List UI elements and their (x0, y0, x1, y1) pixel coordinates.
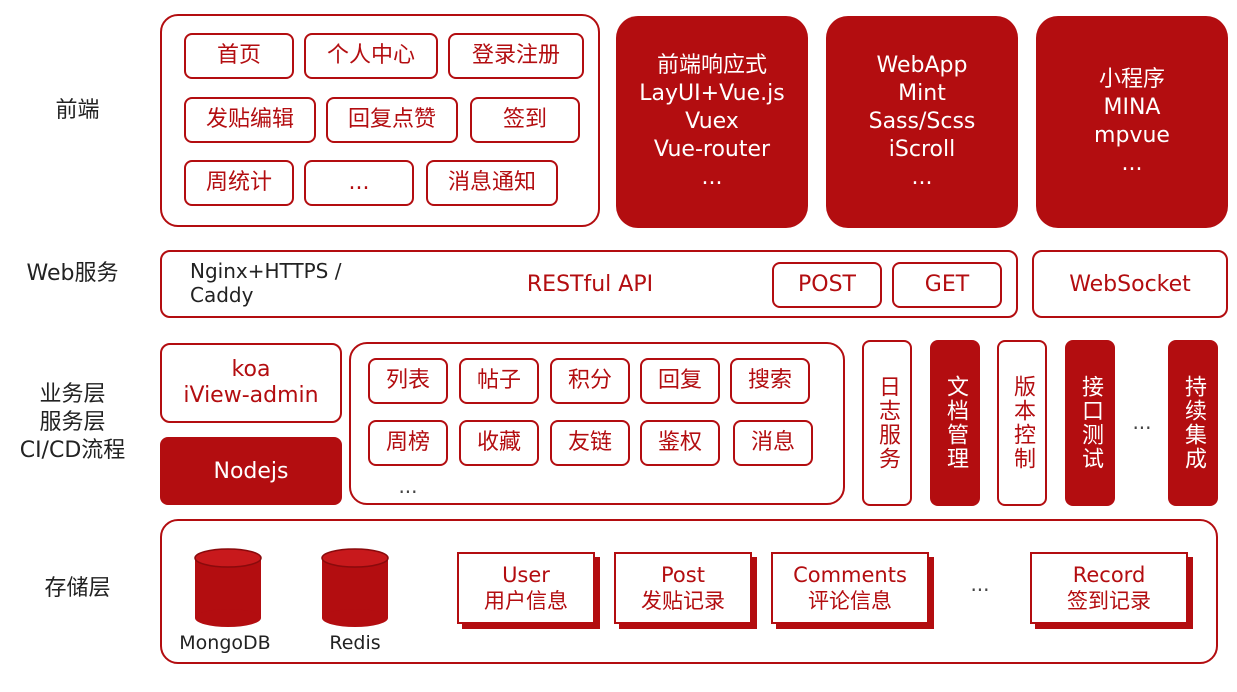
ci-api-test: 接口测试 (1065, 340, 1115, 506)
module-reply: 回复 (640, 358, 720, 404)
mongodb-label: MongoDB (179, 632, 271, 654)
stack-webapp-line-3: Sass/Scss (868, 109, 976, 134)
module-message: 消息 (733, 420, 813, 466)
modules-more: ... (398, 474, 418, 498)
koa-line-1: koa (231, 357, 271, 382)
ci-docs: 文档管理 (930, 340, 980, 506)
stack-mini-line-2: MINA (1103, 95, 1161, 120)
storage-more: ... (970, 572, 990, 596)
page-checkin: 签到 (470, 97, 580, 143)
table-record: Record 签到记录 (1030, 552, 1188, 624)
ci-continuous-integration: 持续集成 (1168, 340, 1218, 506)
ci-logging: 日志服务 (862, 340, 912, 506)
mongodb-icon (194, 548, 262, 627)
table-record-zh: 签到记录 (1067, 589, 1151, 613)
stack-webapp-line-5: ... (911, 165, 933, 190)
nodejs-box: Nodejs (160, 437, 342, 505)
stack-webapp-line-2: Mint (898, 81, 946, 106)
page-profile: 个人中心 (304, 33, 438, 79)
module-weekly: 周榜 (368, 420, 448, 466)
stack-mini-line-3: mpvue (1094, 123, 1170, 148)
table-user-en: User (502, 563, 550, 587)
table-post: Post 发贴记录 (614, 552, 752, 624)
stack-mini-line-1: 小程序 (1098, 67, 1165, 92)
stack-web-line-1: 前端响应式 (656, 53, 767, 78)
page-more: ... (304, 160, 414, 206)
stack-mini-box: 小程序 MINA mpvue ... (1036, 16, 1228, 228)
row-label-business-3: CI/CD流程 (19, 438, 126, 463)
page-notify: 消息通知 (426, 160, 558, 206)
table-comments-en: Comments (793, 563, 907, 587)
table-post-en: Post (661, 563, 705, 587)
module-auth: 鉴权 (640, 420, 720, 466)
stack-mini-line-4: ... (1121, 151, 1143, 176)
restful-api-label: RESTful API (526, 271, 654, 297)
table-comments: Comments 评论信息 (771, 552, 929, 624)
module-list: 列表 (368, 358, 448, 404)
stack-webapp-line-1: WebApp (876, 53, 968, 78)
ci-version: 版本控制 (997, 340, 1047, 506)
row-label-web: Web服务 (26, 261, 119, 286)
row-label-business-1: 业务层 (39, 382, 106, 407)
stack-web-box: 前端响应式 LayUI+Vue.js Vuex Vue-router ... (616, 16, 808, 228)
page-home: 首页 (184, 33, 294, 79)
table-user-zh: 用户信息 (484, 589, 568, 613)
table-record-en: Record (1072, 563, 1146, 587)
websocket-label: WebSocket (1069, 271, 1191, 297)
redis-icon (321, 548, 389, 627)
koa-box: koa iView-admin (160, 343, 342, 423)
module-favorite: 收藏 (459, 420, 539, 466)
module-search: 搜索 (730, 358, 810, 404)
row-label-business-2: 服务层 (39, 410, 106, 435)
table-post-zh: 发贴记录 (641, 589, 725, 613)
module-points: 积分 (550, 358, 630, 404)
koa-line-2: iView-admin (183, 383, 319, 408)
page-reply-like: 回复点赞 (326, 97, 458, 143)
row-label-frontend: 前端 (55, 98, 100, 123)
stack-web-line-5: ... (701, 165, 723, 190)
table-comments-zh: 评论信息 (808, 589, 892, 613)
post-method: POST (772, 262, 882, 308)
stack-web-line-3: Vuex (685, 109, 739, 134)
stack-web-line-4: Vue-router (653, 137, 771, 162)
page-weekly: 周统计 (184, 160, 294, 206)
row-label-storage: 存储层 (44, 576, 111, 601)
page-edit-post: 发贴编辑 (184, 97, 316, 143)
module-links: 友链 (550, 420, 630, 466)
stack-web-line-2: LayUI+Vue.js (639, 81, 785, 106)
page-login: 登录注册 (448, 33, 584, 79)
get-method: GET (892, 262, 1002, 308)
redis-label: Redis (329, 632, 381, 654)
ci-more: ... (1132, 410, 1152, 434)
web-server-label: Nginx+HTTPS / Caddy (190, 259, 342, 307)
stack-webapp-line-4: iScroll (888, 137, 956, 162)
stack-webapp-box: WebApp Mint Sass/Scss iScroll ... (826, 16, 1018, 228)
module-post: 帖子 (459, 358, 539, 404)
table-user: User 用户信息 (457, 552, 595, 624)
row-label-business: 业务层 服务层 CI/CD流程 (5, 378, 140, 468)
